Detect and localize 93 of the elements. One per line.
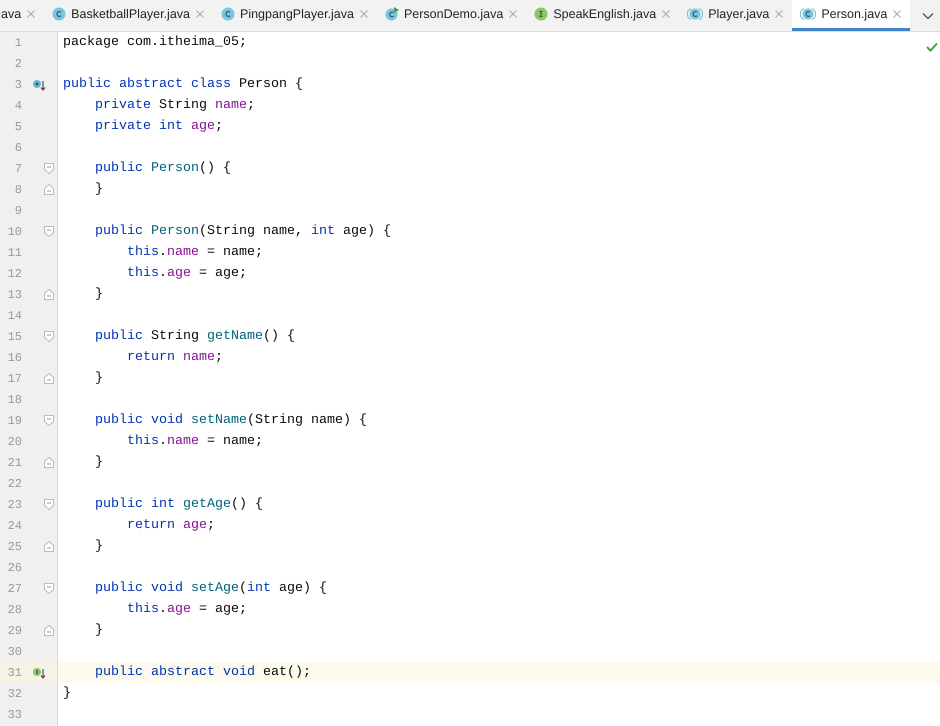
line-number: 10: [6, 224, 22, 240]
fold-icon: [44, 373, 54, 384]
code-line: public String getName() {: [94, 328, 295, 346]
line-number: 1: [14, 34, 22, 52]
code-line: private int age;: [94, 118, 223, 136]
implementing-marker-icon: [32, 666, 46, 678]
code-line: public int getAge() {: [94, 496, 263, 514]
editor-tab[interactable]: Player.java: [679, 0, 792, 31]
line-number: 28: [6, 602, 22, 618]
fold-icon: [44, 625, 54, 636]
line-number: 15: [6, 328, 22, 346]
close-icon: [892, 9, 902, 19]
interface-icon: [534, 7, 548, 21]
line-number: 30: [6, 644, 22, 660]
code-line: }: [94, 454, 103, 472]
line-number: 12: [6, 266, 22, 282]
line-number: 6: [14, 140, 22, 156]
line-number: 5: [14, 118, 22, 136]
code-line: private String name;: [94, 96, 255, 114]
line-number: 31: [6, 664, 22, 682]
code-line: }: [94, 538, 103, 556]
implemented-marker-icon: [32, 78, 46, 90]
editor-tab[interactable]: ava: [0, 0, 44, 31]
code-line: public abstract void eat();: [94, 664, 311, 682]
code-line: this.age = age;: [126, 600, 247, 618]
code-line: }: [94, 286, 103, 304]
code-line: return age;: [126, 516, 215, 534]
editor-tab[interactable]: Person.java: [792, 0, 910, 31]
line-number: 7: [14, 160, 22, 178]
code-line: }: [63, 684, 71, 702]
line-number: 33: [6, 706, 22, 724]
code-line: public void setAge(int age) {: [94, 580, 327, 598]
editor-tab[interactable]: PersonDemo.java: [376, 0, 526, 31]
fold-icon: [44, 457, 54, 468]
line-number: 4: [14, 98, 22, 114]
code-line: }: [94, 180, 103, 198]
fold-icon: [44, 331, 54, 342]
code-line: public abstract class Person {: [63, 76, 303, 94]
line-number: 9: [14, 202, 22, 220]
line-number: 13: [6, 286, 22, 304]
fold-icon: [44, 541, 54, 552]
line-number: 2: [14, 56, 22, 72]
code-line: this.name = name;: [126, 244, 263, 262]
fold-icon: [44, 226, 54, 237]
fold-icon: [44, 583, 54, 594]
fold-icon: [44, 184, 54, 195]
line-number: 24: [6, 518, 22, 534]
line-number: 16: [6, 350, 22, 366]
checkmark-icon: [926, 42, 938, 52]
line-number: 18: [6, 392, 22, 408]
line-number: 29: [6, 622, 22, 640]
runnable-class-icon: [384, 7, 399, 21]
line-number: 25: [6, 538, 22, 556]
line-number: 17: [6, 370, 22, 388]
close-icon: [358, 9, 369, 19]
line-number: 23: [6, 496, 22, 514]
class-icon: [52, 7, 66, 21]
close-icon: [661, 9, 672, 19]
fold-icon: [44, 499, 54, 510]
code-line: this.name = name;: [126, 432, 263, 450]
fold-icon: [44, 163, 54, 174]
code-line: this.age = age;: [126, 264, 247, 282]
close-icon: [194, 9, 205, 19]
editor-tab[interactable]: BasketballPlayer.java: [44, 0, 213, 31]
chevron-down-icon[interactable]: [922, 12, 934, 20]
line-number: 11: [6, 244, 22, 262]
abstract-class-icon: [800, 7, 816, 21]
line-number: 19: [6, 412, 22, 430]
editor-tab[interactable]: PingpangPlayer.java: [212, 0, 377, 31]
line-number: 3: [14, 76, 22, 94]
line-number: 27: [6, 580, 22, 598]
line-number: 21: [6, 454, 22, 472]
code-line: public Person(String name, int age) {: [94, 222, 391, 240]
close-icon: [508, 9, 518, 19]
fold-icon: [44, 415, 54, 426]
line-number: 32: [6, 686, 22, 702]
code-line: public void setName(String name) {: [94, 412, 367, 430]
code-line: return name;: [126, 348, 223, 366]
line-number: 22: [6, 476, 22, 492]
line-number: 20: [6, 434, 22, 450]
line-number: 26: [6, 560, 22, 576]
close-icon: [26, 9, 36, 19]
abstract-class-icon: [687, 7, 704, 21]
code-line: }: [94, 622, 103, 640]
editor-tab[interactable]: SpeakEnglish.java: [526, 0, 680, 31]
class-icon: [220, 7, 235, 21]
code-line: public Person() {: [94, 160, 231, 178]
code-line: package com.itheima_05;: [63, 34, 247, 52]
line-number: 14: [6, 308, 22, 324]
fold-icon: [44, 289, 54, 300]
close-icon: [774, 9, 784, 19]
code-line: }: [94, 370, 103, 388]
line-number: 8: [14, 182, 22, 198]
